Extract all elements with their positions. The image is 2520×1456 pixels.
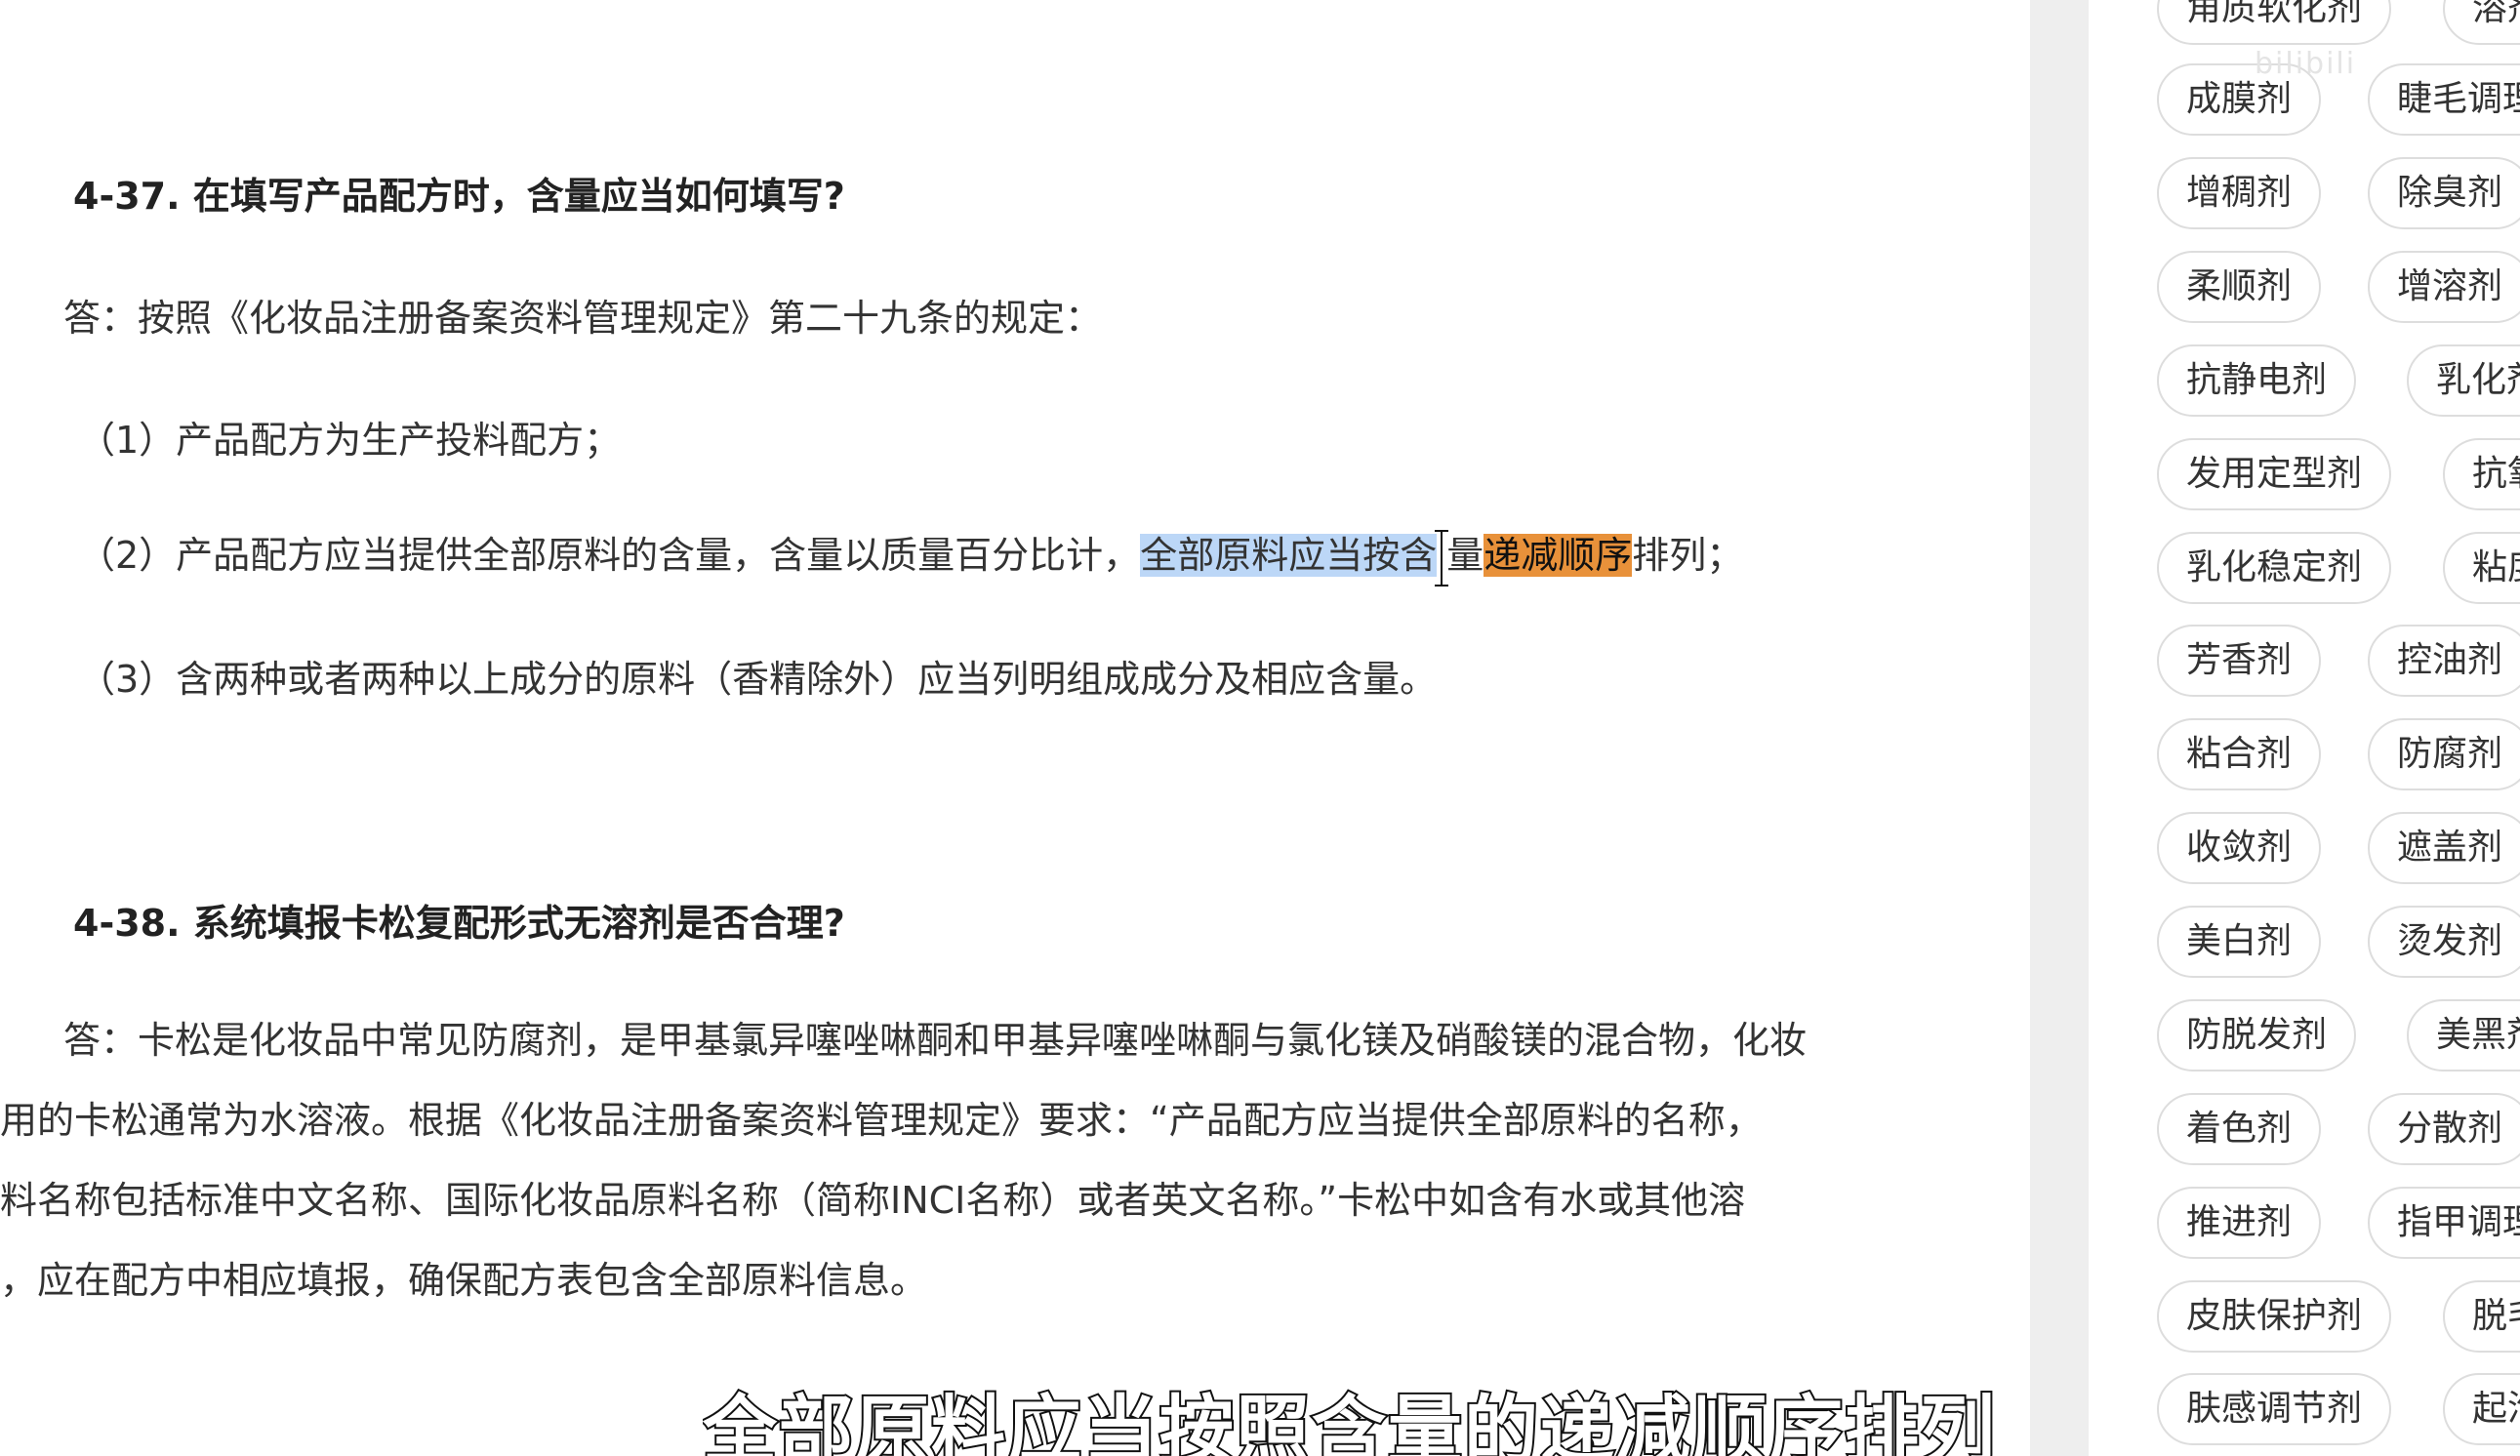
tag-chip[interactable]: 发用定型剂 [2157, 438, 2392, 510]
tag-chip[interactable]: 睫毛调理剂 [2368, 63, 2520, 136]
tag-chip[interactable]: 脱毛剂 [2443, 1280, 2520, 1353]
answer-line-1: 答：卡松是化妆品中常见防腐剂，是甲基氯异噻唑啉酮和甲基异噻唑啉酮与氯化镁及硝酸镁… [63, 1019, 1808, 1062]
function-tag-panel: 角质软化剂 成膜剂 增稠剂 柔顺剂 抗静电剂 发用定型剂 乳化稳定剂 芳香剂 粘… [2089, 0, 2520, 1456]
answer-intro: 答：按照《化妆品注册备案资料管理规定》第二十九条的规定： [63, 297, 1103, 340]
answer-line-3: 原料名称包括标准中文名称、国际化妆品原料名称（简称INCI名称）或者英文名称。”… [0, 1179, 1746, 1222]
tag-chip[interactable]: 推进剂 [2157, 1187, 2322, 1259]
selected-text[interactable]: 全部原料应当按含 [1140, 534, 1438, 577]
tag-chip[interactable]: 粘度调节剂 [2443, 532, 2520, 604]
video-subtitle: 全部原料应当按照含量的递减顺序排列 [703, 1386, 1997, 1456]
answer-item-3: （3）含两种或者两种以上成分的原料（香精除外）应当列明组成成分及相应含量。 [78, 658, 1438, 701]
tag-chip[interactable]: 指甲调理剂 [2368, 1187, 2520, 1259]
selected-text-tail: 量 [1446, 534, 1484, 577]
tag-chip[interactable]: 增稠剂 [2157, 157, 2322, 229]
item-2-text: （2）产品配方应当提供全部原料的含量，含量以质量百分比计， [78, 534, 1141, 577]
item-2-end: 排列； [1632, 534, 1744, 577]
watermark: bilibili [2255, 47, 2357, 81]
text-cursor-icon [1435, 529, 1449, 586]
tag-chip[interactable]: 增溶剂 [2368, 251, 2520, 323]
tag-chip[interactable]: 起泡剂 [2443, 1373, 2520, 1445]
tag-chip[interactable]: 芳香剂 [2157, 625, 2322, 697]
tag-chip[interactable]: 着色剂 [2157, 1093, 2322, 1165]
question-heading-4-37: 4-37. 在填写产品配方时，含量应当如何填写? [73, 175, 845, 218]
tag-chip[interactable]: 乳化剂 [2407, 344, 2520, 417]
tag-chip[interactable]: 烫发剂 [2368, 906, 2520, 978]
tag-chip[interactable]: 防腐剂 [2368, 718, 2520, 790]
tag-chip[interactable]: 角质软化剂 [2157, 0, 2392, 45]
tag-chip[interactable]: 溶剂 [2443, 0, 2520, 45]
scroll-gutter [2030, 0, 2089, 1456]
question-heading-4-38: 4-38. 系统填报卡松复配形式无溶剂是否合理? [73, 902, 845, 945]
tag-chip[interactable]: 美黑剂 [2407, 999, 2520, 1072]
highlighted-text[interactable]: 递减顺序 [1484, 534, 1633, 577]
tag-chip[interactable]: 皮肤保护剂 [2157, 1280, 2392, 1353]
tag-chip[interactable]: 乳化稳定剂 [2157, 532, 2392, 604]
document-content: 4-37. 在填写产品配方时，含量应当如何填写? 答：按照《化妆品注册备案资料管… [0, 0, 2030, 1456]
answer-line-4: 剂，应在配方中相应填报，确保配方表包含全部原料信息。 [0, 1259, 928, 1302]
answer-item-2: （2）产品配方应当提供全部原料的含量，含量以质量百分比计，全部原料应当按含 量递减… [78, 525, 1743, 586]
tag-chip[interactable]: 肤感调节剂 [2157, 1373, 2392, 1445]
tag-chip[interactable]: 美白剂 [2157, 906, 2322, 978]
tag-chip[interactable]: 防脱发剂 [2157, 999, 2357, 1072]
tag-chip[interactable]: 粘合剂 [2157, 718, 2322, 790]
tag-chip[interactable]: 遮盖剂 [2368, 812, 2520, 884]
tag-chip[interactable]: 收敛剂 [2157, 812, 2322, 884]
tag-chip[interactable]: 控油剂 [2368, 625, 2520, 697]
tag-chip[interactable]: 抗氧化剂 [2443, 438, 2520, 510]
answer-item-1: （1）产品配方为生产投料配方； [78, 419, 622, 462]
tag-chip[interactable]: 柔顺剂 [2157, 251, 2322, 323]
answer-line-2: 品用的卡松通常为水溶液。根据《化妆品注册备案资料管理规定》要求：“产品配方应当提… [0, 1099, 1763, 1142]
tag-chip[interactable]: 分散剂 [2368, 1093, 2520, 1165]
tag-chip[interactable]: 除臭剂 [2368, 157, 2520, 229]
tag-chip[interactable]: 抗静电剂 [2157, 344, 2357, 417]
